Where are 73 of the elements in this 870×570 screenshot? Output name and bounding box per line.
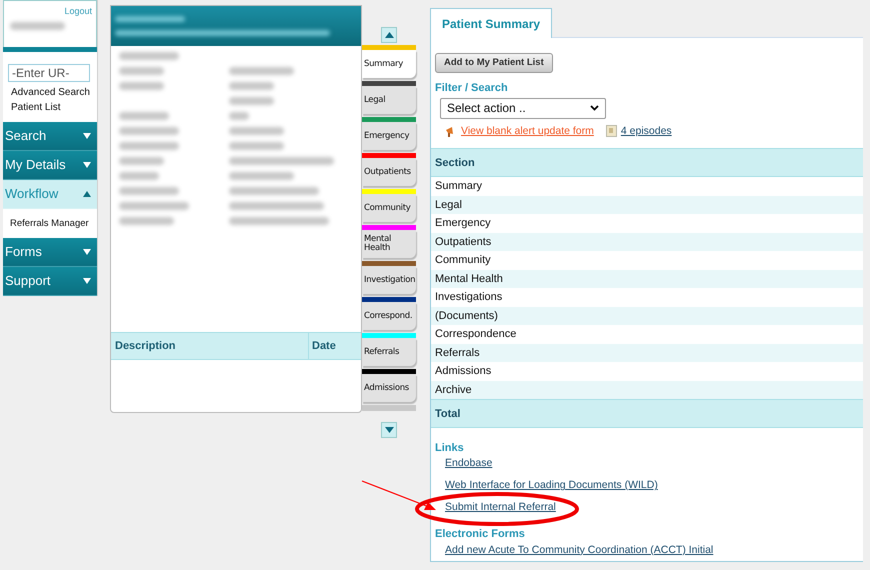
links-heading: Links: [435, 442, 465, 456]
column-header: Description: [111, 333, 309, 359]
redacted-text: [229, 142, 284, 150]
scroll-down-button[interactable]: [381, 422, 397, 438]
total-label: Total: [435, 406, 460, 422]
menu-label: My Details: [5, 156, 66, 174]
redacted-text: [119, 187, 179, 195]
redacted-text: [119, 67, 164, 75]
column-header: Section: [435, 156, 475, 170]
document-icon: [606, 125, 617, 138]
link[interactable]: Endobase: [445, 457, 492, 470]
section-tab[interactable]: Community: [362, 194, 416, 222]
section-row: Legal: [431, 196, 863, 214]
filter-label: Filter / Search: [435, 81, 509, 96]
caret-down-icon: [83, 249, 91, 255]
redacted-text: [229, 112, 249, 120]
caret-up-icon: [384, 32, 394, 38]
section-tab[interactable]: Mental Health: [362, 230, 416, 258]
redacted-text: [119, 157, 164, 165]
redacted-text: [119, 112, 169, 120]
caret-up-icon: [83, 191, 91, 197]
section-tab[interactable]: Legal: [362, 86, 416, 114]
chevron-down-icon: [590, 105, 599, 111]
redacted-text: [119, 217, 174, 225]
redacted-text: [119, 127, 179, 135]
menu-label: Search: [5, 127, 46, 146]
quick-link[interactable]: Advanced Search: [11, 85, 90, 100]
forms-heading: Electronic Forms: [435, 527, 526, 542]
section-row: (Documents): [431, 306, 863, 326]
redacted-text: [119, 52, 179, 60]
redacted-text: [229, 82, 274, 90]
section-row: Archive: [431, 380, 863, 400]
menu-item[interactable]: My Details: [3, 151, 97, 180]
caret-down-icon: [83, 133, 91, 139]
submenu-item[interactable]: Referrals Manager: [10, 216, 89, 231]
link[interactable]: Web Interface for Loading Documents (WILD): [445, 479, 658, 492]
redacted-text: [119, 82, 164, 90]
add-to-list-button[interactable]: Add to My Patient List: [435, 53, 553, 73]
menu-item[interactable]: Support: [3, 267, 97, 296]
action-select[interactable]: Select action ..: [440, 98, 606, 118]
redacted-text: [10, 22, 65, 30]
menu-item[interactable]: Forms: [3, 238, 97, 267]
section-tab[interactable]: Outpatients: [362, 158, 416, 186]
section-tab[interactable]: Investigation: [362, 266, 416, 294]
scroll-up-button[interactable]: [381, 27, 397, 43]
redacted-text: [119, 202, 189, 210]
redacted-text: [229, 172, 294, 180]
menu-label: Support: [5, 272, 51, 290]
section-tab[interactable]: Emergency: [362, 122, 416, 150]
column-header: Date: [311, 338, 337, 354]
section-row: Outpatients: [431, 232, 863, 252]
redacted-text: [229, 97, 274, 105]
section-tab[interactable]: Admissions: [362, 374, 416, 402]
section-row: Mental Health: [431, 270, 863, 288]
redacted-text: [229, 127, 284, 135]
patient-summary-tab[interactable]: Patient Summary: [430, 8, 552, 38]
redacted-text: [119, 142, 179, 150]
episodes-link[interactable]: 4 episodes: [620, 124, 672, 140]
caret-down-icon: [384, 427, 394, 433]
redacted-text: [229, 67, 294, 75]
section-row: Referrals: [431, 344, 863, 362]
section-tab[interactable]: Correspond.: [362, 302, 416, 330]
quick-link[interactable]: Patient List: [11, 100, 60, 115]
caret-down-icon: [83, 278, 91, 284]
section-tab[interactable]: Referrals: [362, 338, 416, 366]
menu-label: Workflow: [5, 185, 58, 204]
ur-search-field[interactable]: -Enter UR-: [8, 64, 90, 82]
link[interactable]: Add new Acute To Community Coordination (ACCT) Initial: [445, 542, 714, 558]
menu-item[interactable]: Search: [3, 122, 97, 151]
section-tab[interactable]: Summary: [362, 50, 416, 78]
menu-label: Forms: [5, 243, 42, 262]
redacted-text: [119, 172, 159, 180]
caret-down-icon: [83, 162, 91, 168]
